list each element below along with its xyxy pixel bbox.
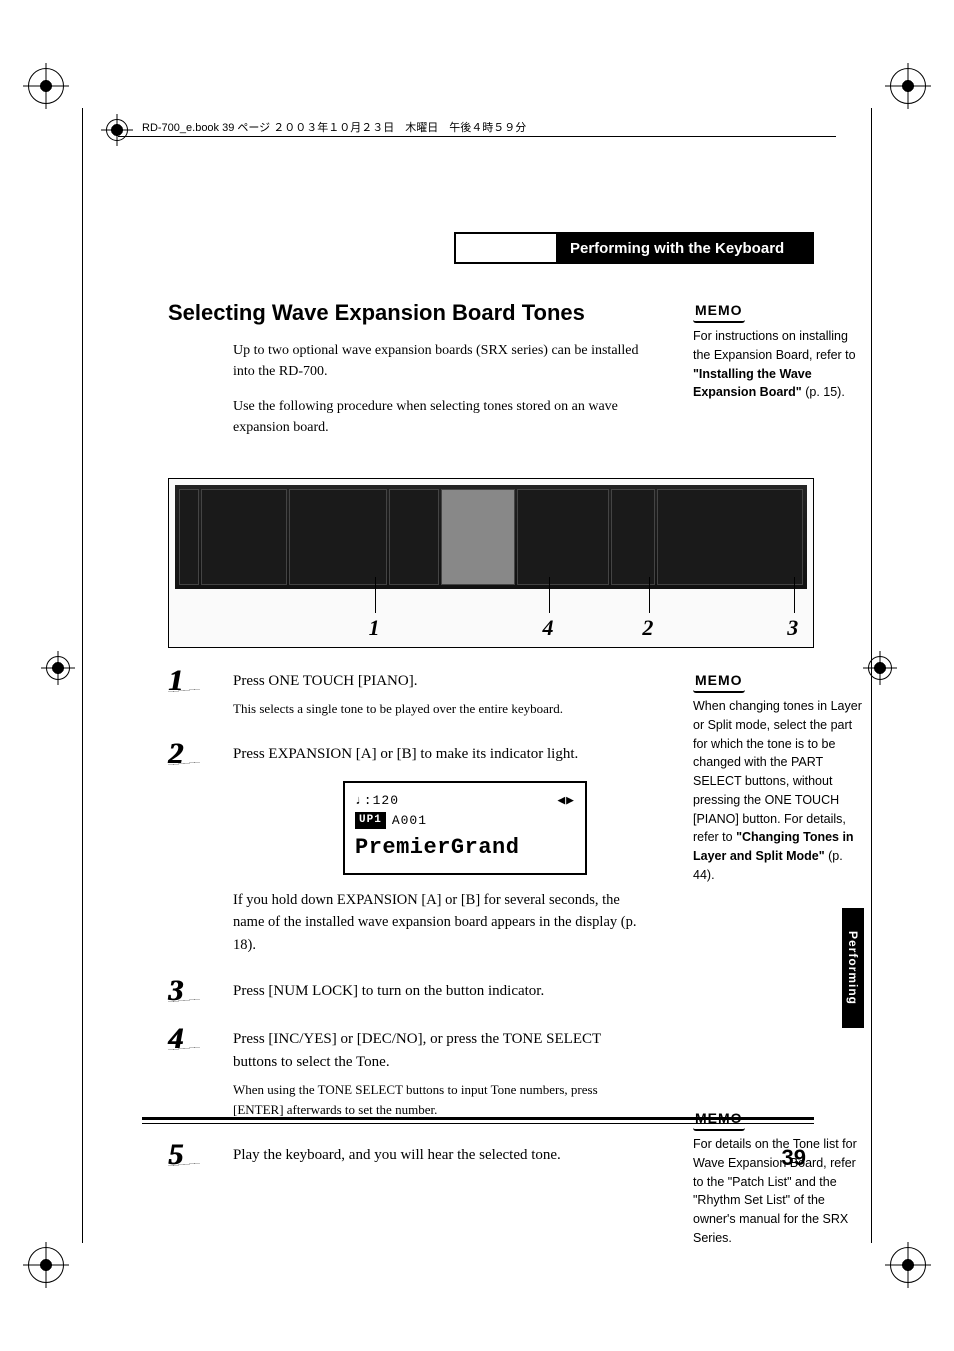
steps-list: 1 Press ONE TOUCH [PIANO]. This selects … bbox=[168, 670, 814, 1174]
step-instruction: Press [INC/YES] or [DEC/NO], or press th… bbox=[233, 1028, 643, 1075]
callout-number: 1 bbox=[369, 615, 380, 641]
lcd-part-badge: UP1 bbox=[355, 812, 386, 829]
page: RD-700_e.book 39 ページ ２００３年１０月２３日 木曜日 午後４… bbox=[0, 0, 954, 1351]
step-number: 5 bbox=[168, 1138, 183, 1172]
step-3: 3 Press [NUM LOCK] to turn on the button… bbox=[168, 980, 814, 1003]
step-note: This selects a single tone to be played … bbox=[233, 699, 643, 719]
memo-text: For instructions on installing the Expan… bbox=[693, 327, 863, 402]
step-instruction: Press EXPANSION [A] or [B] to make its i… bbox=[233, 743, 643, 766]
panel-illustration bbox=[175, 485, 807, 589]
crop-mark-icon bbox=[28, 68, 64, 104]
callout-number: 2 bbox=[642, 615, 653, 641]
running-header: RD-700_e.book 39 ページ ２００３年１０月２３日 木曜日 午後４… bbox=[118, 136, 836, 153]
running-header-text: RD-700_e.book 39 ページ ２００３年１０月２３日 木曜日 午後４… bbox=[142, 119, 526, 135]
memo-icon: MEMO bbox=[693, 670, 745, 693]
lcd-screenshot: ♩:120 ◀▶ UP1 A001 PremierGrand bbox=[343, 781, 587, 875]
step-note: When using the TONE SELECT buttons to in… bbox=[233, 1080, 643, 1120]
crop-mark-icon bbox=[890, 1247, 926, 1283]
lcd-patch-number: A001 bbox=[392, 811, 427, 831]
content-area: Selecting Wave Expansion Board Tones Up … bbox=[168, 300, 814, 452]
step-4: 4 Press [INC/YES] or [DEC/NO], or press … bbox=[168, 1028, 814, 1121]
step-instruction: Play the keyboard, and you will hear the… bbox=[233, 1144, 643, 1167]
memo-icon: MEMO bbox=[693, 300, 745, 323]
callout-number: 4 bbox=[543, 615, 554, 641]
lcd-patch-name: PremierGrand bbox=[355, 831, 575, 865]
memo-text: When changing tones in Layer or Split mo… bbox=[693, 697, 863, 885]
chapter-title: Performing with the Keyboard bbox=[556, 234, 812, 262]
step-number: 1 bbox=[168, 664, 183, 698]
front-panel-figure: 1 4 2 3 bbox=[168, 478, 814, 648]
crop-mark-icon bbox=[890, 68, 926, 104]
step-number: 4 bbox=[168, 1022, 183, 1056]
registration-mark-icon bbox=[46, 656, 86, 696]
step-instruction: Press [NUM LOCK] to turn on the button i… bbox=[233, 980, 643, 1003]
callout-number: 3 bbox=[787, 615, 798, 641]
intro-paragraph: Up to two optional wave expansion boards… bbox=[233, 340, 643, 382]
lcd-arrows-icon: ◀▶ bbox=[557, 791, 575, 811]
page-header-icon bbox=[106, 119, 132, 145]
registration-mark-icon bbox=[868, 656, 908, 696]
lcd-tempo: ♩:120 bbox=[355, 791, 399, 811]
page-number: 39 bbox=[782, 1145, 806, 1171]
step-note: If you hold down EXPANSION [A] or [B] fo… bbox=[233, 889, 643, 956]
step-number: 2 bbox=[168, 737, 183, 771]
intro-paragraph: Use the following procedure when selecti… bbox=[233, 396, 643, 438]
memo-text: For details on the Tone list for Wave Ex… bbox=[693, 1135, 863, 1248]
crop-mark-icon bbox=[28, 1247, 64, 1283]
chapter-heading: Performing with the Keyboard bbox=[454, 232, 814, 260]
step-instruction: Press ONE TOUCH [PIANO]. bbox=[233, 670, 643, 693]
section-tab: Performing bbox=[842, 908, 864, 1028]
step-number: 3 bbox=[168, 974, 183, 1008]
